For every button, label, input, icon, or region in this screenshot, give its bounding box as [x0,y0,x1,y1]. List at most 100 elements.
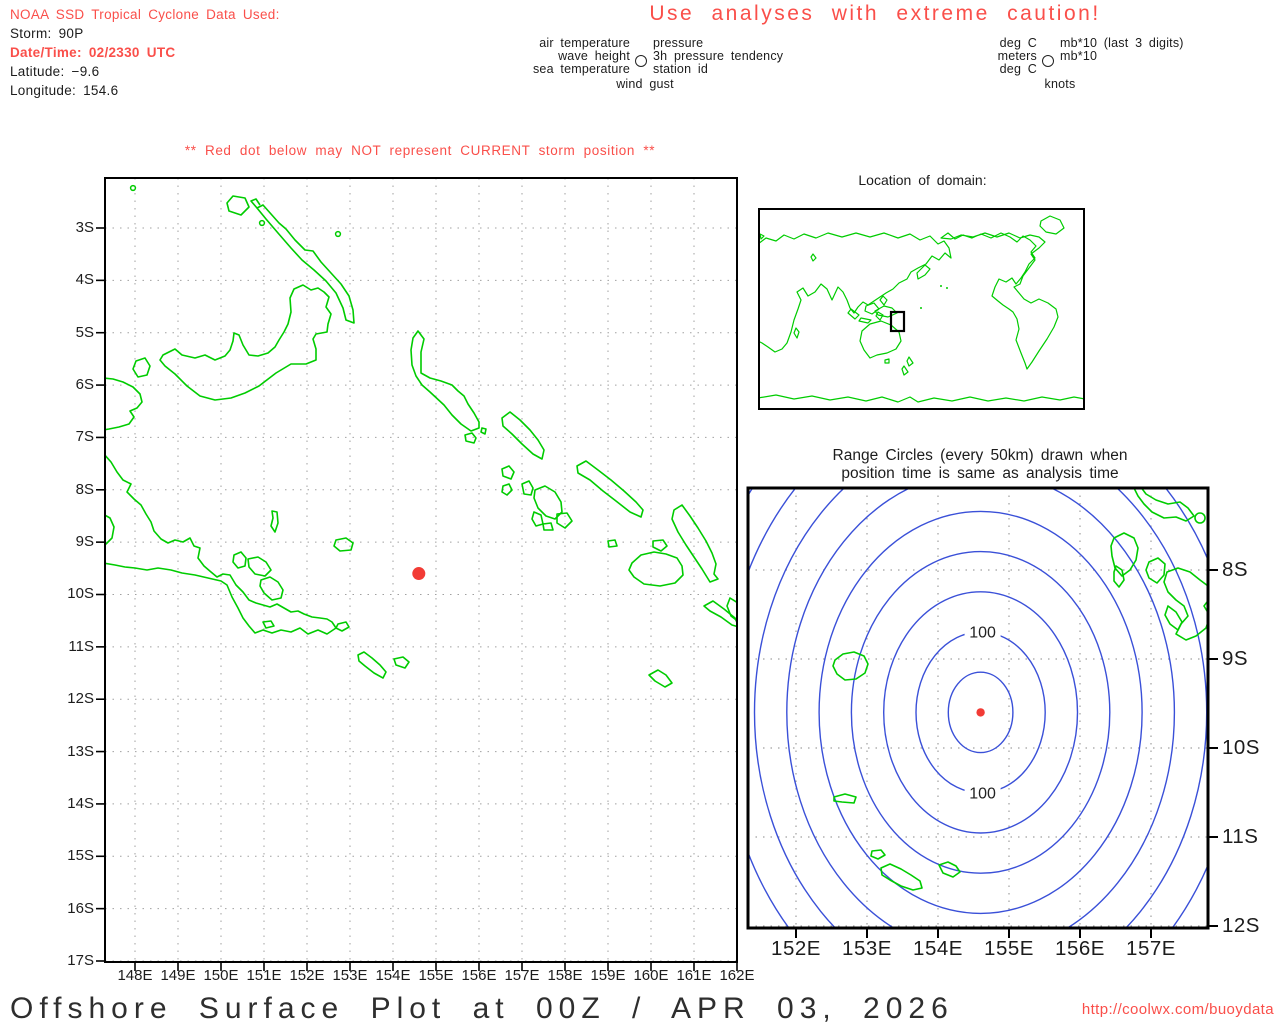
units-legend-left: deg C meters deg C [887,37,1037,75]
main-map-lat-tick-label: 17S [67,951,94,969]
range-plot-title-line1: Range Circles (every 50km) drawn when [832,447,1128,464]
unit-knots: knots [1044,77,1076,91]
legend-air-temperature: air temperature [539,36,630,50]
range-plot-title-line2: position time is same as analysis time [841,465,1119,482]
storm-id-label: Storm: 90P [10,26,84,41]
main-map-lat-tick-label: 16S [67,899,94,917]
source-url-link[interactable]: http://coolwx.com/buoydata [962,1001,1274,1018]
coastline-path [262,620,275,629]
range-lon-tick-label: 156E [1055,937,1105,960]
coastline-path [480,427,487,435]
main-map-lon-tick-label: 159E [590,967,626,984]
units-model-circle-icon [1042,55,1054,67]
coastline-path [333,537,354,552]
data-source-label: NOAA SSD Tropical Cyclone Data Used: [10,7,280,22]
main-map-lon-tick-label: 149E [160,967,196,984]
coastline-path [576,460,644,518]
coastline-path [105,377,143,431]
legend-station-id: station id [653,61,709,76]
world-coastline-path [884,358,890,364]
coastline-path [501,411,545,460]
world-coastline-path [847,308,860,320]
legend-wind-gust: wind gust [616,77,674,91]
world-islet-dot [940,285,942,287]
world-coastline-path [759,233,765,240]
storm-position-warning: ** Red dot below may NOT represent CURRE… [184,143,656,158]
coastline-path [270,510,279,533]
coastline-path [1145,557,1166,584]
main-map-lon-tick-label: 155E [418,967,454,984]
coastline-path [501,465,515,480]
world-coastline-path [1039,215,1065,235]
main-map-lat-tick-label: 15S [67,847,94,865]
range-plot-layers: 100 100 [748,488,1208,928]
world-coastline-path [906,356,914,367]
page-title: Offshore Surface Plot at 00Z / APR 03, 2… [10,992,954,1024]
range-ring-label-top: 100 [969,625,996,642]
main-map-lat-tick-label: 7S [75,428,94,446]
world-coastline-path [793,327,800,339]
range-lon-tick-label: 157E [1126,937,1176,960]
world-coastline-path [810,253,817,262]
main-map-lat-tick-label: 8S [75,480,94,498]
range-lon-tick-label: 154E [913,937,963,960]
coastline-path [703,600,737,628]
coastline-path [648,669,673,688]
coastline-path [938,861,961,878]
range-circles-plot: 100 100 [746,486,1218,938]
islet-outline [1194,512,1206,524]
range-plot-border [746,486,1210,930]
main-map-lon-tick-label: 156E [461,967,497,984]
world-coastline-path [859,320,902,359]
coastline-path [833,793,857,804]
main-map-lon-tick-label: 148E [117,967,153,984]
station-legend-left: air temperature wave height sea temperat… [430,37,630,75]
range-plot-title: Range Circles (every 50km) drawn when po… [750,447,1210,483]
coastline-path [1164,605,1183,631]
coastline-path [1113,565,1125,588]
domain-map-title: Location of domain: [858,172,987,188]
coastline-path [870,849,886,860]
main-map-lon-tick-label: 160E [633,967,669,984]
islet-outline [334,230,342,238]
main-map-lon-tick-label: 154E [375,967,411,984]
coastline-path [256,204,355,324]
coastline-path [132,357,151,378]
coastline-path [232,551,247,569]
unit-mb10: mb*10 [1060,48,1098,63]
islet-outline [129,184,137,192]
main-map [96,177,738,971]
coastline-path [628,551,684,587]
main-map-lon-tick-label: 153E [332,967,368,984]
coastline-path [464,432,477,444]
legend-pressure-tendency: 3h pressure tendency [653,48,784,63]
range-lat-tick-label: 9S [1222,647,1249,670]
domain-world-map [758,208,1085,410]
legend-pressure: pressure [653,36,704,50]
unit-deg-c-sea: deg C [999,61,1037,76]
coastline-path [159,284,332,401]
main-map-lat-tick-label: 4S [75,271,94,289]
world-islet-dot [920,307,922,309]
world-map-layers [758,215,1085,403]
main-map-lat-tick-label: 14S [67,794,94,812]
coastline-path [410,330,480,432]
coastline-path [259,576,284,601]
range-lat-tick-label: 10S [1222,736,1260,759]
storm-datetime-label: Date/Time: 02/2330 UTC [10,45,176,60]
storm-position-dot [412,567,426,581]
coastline-path [105,454,337,635]
coastline-path [393,656,410,669]
world-coastline-path [758,394,1085,403]
coastline-path [357,651,387,679]
range-lat-tick-label: 12S [1222,914,1260,937]
coastline-path [247,556,272,577]
legend-sea-temperature: sea temperature [532,61,630,76]
coastline-path [832,651,869,681]
main-map-lon-tick-label: 157E [504,967,540,984]
coastline-path [607,539,618,548]
unit-deg-c-air: deg C [999,36,1037,50]
main-map-lon-tick-label: 158E [547,967,583,984]
unit-meters: meters [997,48,1037,63]
coastline-path [335,621,350,632]
